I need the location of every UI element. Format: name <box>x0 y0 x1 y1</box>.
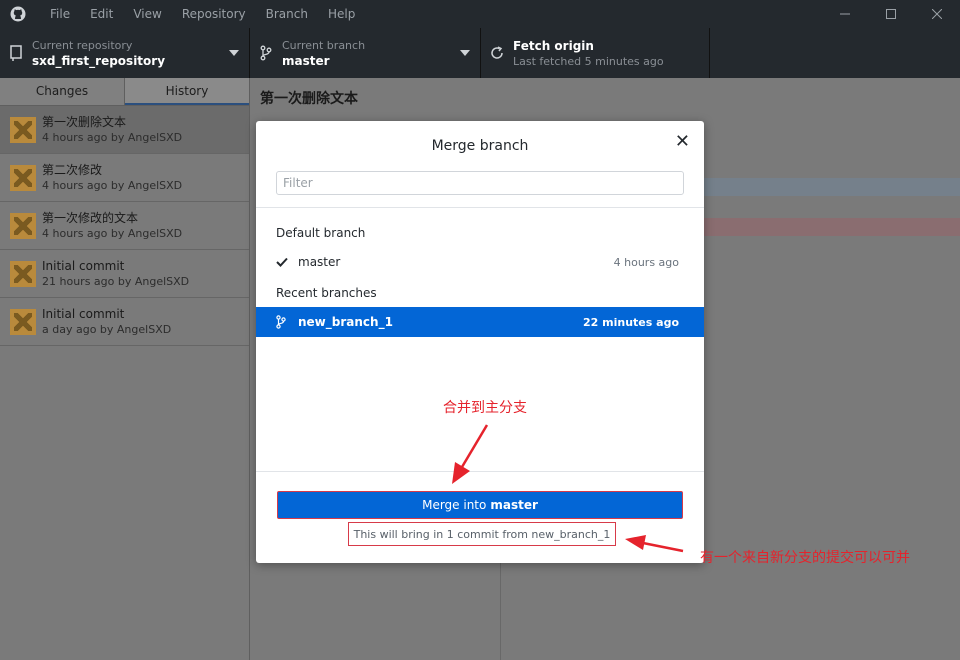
branch-time: 4 hours ago <box>613 255 679 269</box>
commit-list-item[interactable]: Initial commit 21 hours ago by AngelSXD <box>0 250 249 298</box>
current-repository-label: Current repository <box>32 38 133 52</box>
close-window-button[interactable] <box>914 0 960 28</box>
commit-meta: 4 hours ago by AngelSXD <box>42 179 183 192</box>
last-fetched-label: Last fetched 5 minutes ago <box>513 54 664 68</box>
branch-name: master <box>298 255 341 269</box>
current-repository-button[interactable]: Current repository sxd_first_repository <box>0 28 250 78</box>
dialog-title: Merge branch <box>431 138 529 154</box>
commit-meta: 4 hours ago by AngelSXD <box>42 131 183 144</box>
avatar <box>10 308 36 335</box>
menu-help[interactable]: Help <box>318 0 365 28</box>
branch-item-new-branch-1[interactable]: new_branch_1 22 minutes ago <box>256 307 704 337</box>
tab-history[interactable]: History <box>125 78 249 105</box>
commit-list-item[interactable]: 第一次删除文本 4 hours ago by AngelSXD <box>0 106 249 154</box>
history-sidebar: Changes History 第一次删除文本 4 hours ago by A… <box>0 78 250 660</box>
merge-branch-dialog: Merge branch ✕ Default branch master 4 h… <box>256 121 704 563</box>
menu-edit[interactable]: Edit <box>80 0 123 28</box>
commit-list-item[interactable]: Initial commit a day ago by AngelSXD <box>0 298 249 346</box>
branch-filter-input[interactable] <box>276 171 684 195</box>
title-bar: File Edit View Repository Branch Help <box>0 0 960 28</box>
fetch-origin-title: Fetch origin <box>513 38 594 53</box>
menu-file[interactable]: File <box>40 0 80 28</box>
menu-view[interactable]: View <box>123 0 171 28</box>
avatar <box>10 260 36 287</box>
merge-info-text: This will bring in 1 commit from new_bra… <box>348 522 616 546</box>
merge-into-button[interactable]: Merge into master <box>277 491 683 519</box>
current-branch-button[interactable]: Current branch master <box>250 28 481 78</box>
tab-changes[interactable]: Changes <box>0 78 125 105</box>
annotation-merge-note: 合并到主分支 <box>443 400 527 416</box>
commit-meta: 21 hours ago by AngelSXD <box>42 275 190 288</box>
menu-repository[interactable]: Repository <box>172 0 256 28</box>
chevron-down-icon <box>460 50 470 56</box>
menu-branch[interactable]: Branch <box>256 0 318 28</box>
current-branch-name: master <box>282 53 330 68</box>
commit-list-item[interactable]: 第一次修改的文本 4 hours ago by AngelSXD <box>0 202 249 250</box>
maximize-icon <box>886 9 896 19</box>
commit-meta: 4 hours ago by AngelSXD <box>42 227 183 240</box>
commit-title: 第一次删除文本 <box>42 115 127 129</box>
commit-list-item[interactable]: 第二次修改 4 hours ago by AngelSXD <box>0 154 249 202</box>
avatar <box>10 164 36 191</box>
minimize-button[interactable] <box>822 0 868 28</box>
merge-button-target: master <box>490 498 538 512</box>
minimize-icon <box>840 13 850 15</box>
commit-detail-title: 第一次删除文本 <box>260 91 358 107</box>
fetch-origin-button[interactable]: Fetch origin Last fetched 5 minutes ago <box>481 28 710 78</box>
avatar <box>10 116 36 143</box>
branch-icon <box>276 315 292 329</box>
branch-time: 22 minutes ago <box>583 315 679 329</box>
sync-icon <box>481 46 513 60</box>
default-branch-heading: Default branch <box>276 226 366 240</box>
avatar <box>10 212 36 239</box>
dialog-header: Merge branch ✕ <box>256 121 704 171</box>
toolbar: Current repository sxd_first_repository … <box>0 28 960 78</box>
close-icon <box>932 9 942 19</box>
sidebar-tabs: Changes History <box>0 78 249 106</box>
branch-icon <box>250 45 282 61</box>
commit-title: 第二次修改 <box>42 163 103 177</box>
repository-icon <box>0 45 32 61</box>
annotation-commit-note: 有一个来自新分支的提交可以可并 <box>700 550 910 566</box>
window-controls <box>822 0 960 28</box>
recent-branches-heading: Recent branches <box>276 286 377 300</box>
branch-item-master[interactable]: master 4 hours ago <box>256 247 704 277</box>
chevron-down-icon <box>229 50 239 56</box>
maximize-button[interactable] <box>868 0 914 28</box>
current-branch-label: Current branch <box>282 38 366 52</box>
commit-title: Initial commit <box>42 259 125 273</box>
current-repository-name: sxd_first_repository <box>32 53 166 68</box>
divider <box>256 471 704 472</box>
divider <box>256 207 704 208</box>
check-icon <box>276 257 292 267</box>
merge-button-prefix: Merge into <box>422 498 487 512</box>
commit-title: Initial commit <box>42 307 125 321</box>
github-logo-icon <box>10 6 26 22</box>
commit-title: 第一次修改的文本 <box>42 211 139 225</box>
commit-meta: a day ago by AngelSXD <box>42 323 172 336</box>
branch-name: new_branch_1 <box>298 315 393 329</box>
close-dialog-icon[interactable]: ✕ <box>675 131 690 152</box>
